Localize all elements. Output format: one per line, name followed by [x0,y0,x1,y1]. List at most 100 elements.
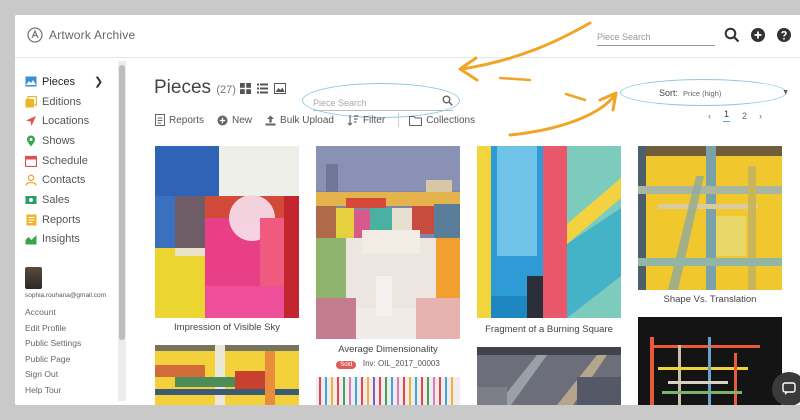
view-toggle [240,83,286,94]
artwork-thumbnail[interactable] [316,377,460,405]
collections-button[interactable]: Collections [409,115,475,126]
pager-prev[interactable]: ‹ [708,111,711,121]
top-search-input[interactable] [597,28,715,46]
piece-count: (27) [216,84,236,96]
user-email: sophia.rouhana@gmail.com [25,292,107,299]
sidebar-item-label: Insights [42,233,80,246]
new-button-label: New [232,114,253,126]
user-icon [25,174,37,186]
sidebar-item-label: Reports [42,213,81,226]
help-icon[interactable] [776,27,792,43]
pager-next[interactable]: › [759,111,762,121]
calendar-icon [25,155,37,167]
sort-value: Price (high) [683,88,722,98]
artwork-image [477,146,621,318]
page-title-text: Pieces [154,77,212,98]
account-link[interactable]: Account [25,305,81,321]
add-icon[interactable] [750,27,766,43]
plus-circle-icon [217,115,228,125]
sidebar-item-label: Locations [42,115,90,128]
edit-profile-link[interactable]: Edit Profile [25,321,81,337]
filter-button[interactable]: Filter [347,114,385,126]
artwork-archive-logo-icon [27,27,43,43]
location-arrow-icon [25,115,37,127]
pager-page-2[interactable]: 2 [742,111,747,121]
pager-page-1[interactable]: 1 [723,109,731,122]
sold-badge: Sold [336,361,357,369]
document-icon [155,114,165,126]
sales-icon [25,194,37,206]
sidebar-item-shows[interactable]: Shows [25,131,103,151]
image-view-icon[interactable] [274,83,286,94]
account-links: Account Edit Profile Public Settings Pub… [25,305,81,398]
bulk-upload-button[interactable]: Bulk Upload [265,115,334,126]
sidebar-item-label: Shows [42,134,76,147]
artwork-thumbnail[interactable] [316,146,460,339]
page-title: Pieces (27) [154,77,236,99]
grid-view-icon[interactable] [240,83,251,94]
sign-out-link[interactable]: Sign Out [25,367,81,383]
pieces-toolbar: Reports New Bulk Upload Filter Collectio… [155,113,488,127]
upload-icon [265,115,276,125]
inventory-number: Inv: OIL_2017_00003 [362,359,440,368]
bulk-upload-button-label: Bulk Upload [280,114,334,126]
sidebar-item-label: Schedule [42,154,88,167]
chat-button[interactable] [772,372,800,405]
artwork-image [638,317,782,405]
artwork-title[interactable]: Shape Vs. Translation [638,294,782,305]
artwork-image [477,347,621,405]
editions-icon [25,95,37,108]
image-icon [25,76,37,88]
artwork-thumbnail[interactable] [155,345,299,405]
artwork-thumbnail[interactable] [638,146,782,290]
insights-icon [25,233,37,245]
sidebar-item-editions[interactable]: Editions [25,92,103,112]
sidebar-item-insights[interactable]: Insights [25,230,103,250]
sort-filter-icon [347,115,359,126]
sidebar-item-schedule[interactable]: Schedule [25,151,103,171]
artwork-image [155,345,299,405]
sidebar-item-pieces[interactable]: Pieces ❯ [25,72,103,92]
reports-icon [25,214,37,226]
artwork-title[interactable]: Fragment of a Burning Square [477,324,621,335]
app-logo-text: Artwork Archive [49,28,136,42]
filter-button-label: Filter [362,114,386,126]
folder-icon [409,115,423,126]
top-search-field[interactable] [597,27,715,46]
help-tour-link[interactable]: Help Tour [25,383,81,399]
sidebar-item-locations[interactable]: Locations [25,111,103,131]
sidebar-item-label: Contacts [42,174,86,187]
artwork-thumbnail[interactable] [477,347,621,405]
artwork-title[interactable]: Average Dimensionality [316,344,460,355]
app-logo[interactable]: Artwork Archive [27,27,135,43]
artwork-thumbnail[interactable] [638,317,782,405]
sidebar-scrollbar-thumb[interactable] [119,65,125,340]
public-page-link[interactable]: Public Page [25,352,81,368]
top-bar: Artwork Archive [15,15,800,58]
app-window: Artwork Archive Pieces ❯ [15,15,800,405]
sidebar-item-contacts[interactable]: Contacts [25,170,103,190]
artwork-title[interactable]: Impression of Visible Sky [155,322,299,333]
new-button[interactable]: New [217,115,252,126]
toolbar-divider [398,113,400,127]
pagination: ‹ 1 2 › [708,109,762,122]
search-icon[interactable] [724,27,740,43]
chevron-right-icon: ❯ [94,76,104,89]
list-view-icon[interactable] [257,83,268,94]
user-avatar[interactable] [25,267,42,289]
sort-dropdown[interactable]: Sort: Price (high) ▼ [659,88,799,98]
artwork-image [316,146,460,339]
artwork-image [155,146,299,318]
reports-button[interactable]: Reports [155,114,204,126]
map-pin-icon [25,135,37,147]
caret-down-icon: ▼ [782,89,789,96]
sidebar-item-sales[interactable]: Sales [25,190,103,210]
public-settings-link[interactable]: Public Settings [25,336,81,352]
sidebar-item-label: Editions [42,95,82,108]
artwork-thumbnail[interactable] [477,146,621,318]
sidebar-item-label: Sales [42,193,70,206]
sidebar-item-reports[interactable]: Reports [25,210,103,230]
artwork-meta: Sold Inv: OIL_2017_00003 [316,358,460,369]
artwork-thumbnail[interactable] [155,146,299,318]
artwork-image [638,146,782,290]
